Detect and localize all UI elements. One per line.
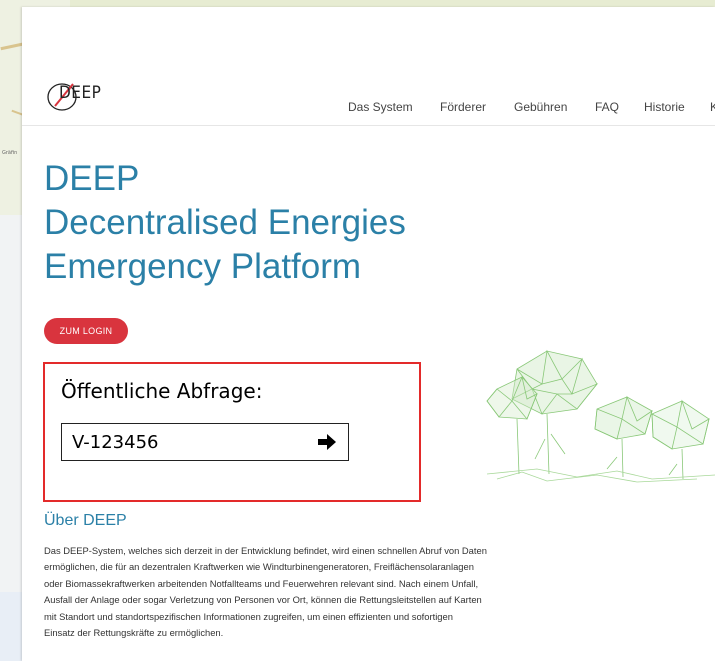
about-heading: Über DEEP — [44, 512, 127, 529]
login-button[interactable]: ZUM LOGIN — [44, 318, 128, 344]
about-paragraph: Das DEEP-System, welches sich derzeit in… — [44, 543, 604, 641]
title-line-1: DEEP — [44, 159, 140, 198]
about-line: Einsatz der Rettungskräfte zu ermögliche… — [44, 627, 224, 639]
about-line: oder Biomassekraftwerken arbeitenden Not… — [44, 577, 479, 589]
arrow-right-icon[interactable] — [316, 433, 338, 451]
query-input-value[interactable]: V-123456 — [72, 432, 158, 453]
title-line-2: Decentralised Energies — [44, 203, 406, 242]
page-title: DEEP Decentralised Energies Emergency Pl… — [44, 157, 564, 289]
nav-foerderer[interactable]: Förderer — [440, 100, 486, 114]
about-line: mit Standort und standortspezifischen In… — [44, 610, 453, 622]
about-line: Ausfall der Anlage oder sogar Verletzung… — [44, 594, 482, 606]
screenshot-stage: Gräfin DEEP Das System Förderer Gebühren… — [0, 0, 715, 661]
public-query-label: Öffentliche Abfrage: — [61, 379, 263, 403]
public-query-panel: Öffentliche Abfrage: V-123456 — [43, 362, 421, 502]
nav-faq[interactable]: FAQ — [595, 100, 619, 114]
nav-gebuehren[interactable]: Gebühren — [514, 100, 567, 114]
website-page: DEEP Das System Förderer Gebühren FAQ Hi… — [22, 7, 715, 661]
query-input-field[interactable]: V-123456 — [61, 423, 349, 461]
map-place-label: Gräfin — [2, 150, 18, 156]
about-line: Das DEEP-System, welches sich derzeit in… — [44, 545, 487, 556]
trees-illustration — [486, 349, 715, 483]
about-line: ermöglichen, die für an dezentralen Kraf… — [44, 561, 474, 573]
title-line-3: Emergency Platform — [44, 247, 362, 286]
site-header: DEEP Das System Förderer Gebühren FAQ Hi… — [22, 64, 715, 126]
nav-das-system[interactable]: Das System — [348, 100, 413, 114]
nav-item-truncated[interactable]: K — [710, 100, 715, 114]
main-navigation: Das System Förderer Gebühren FAQ Histori… — [22, 100, 715, 120]
nav-historie[interactable]: Historie — [644, 100, 685, 114]
